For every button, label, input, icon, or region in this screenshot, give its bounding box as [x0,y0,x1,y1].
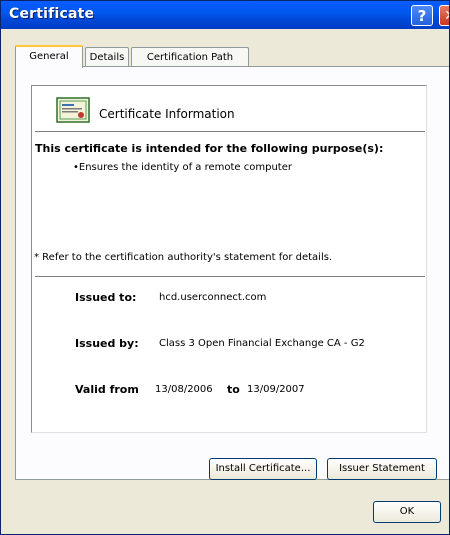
divider [35,276,425,277]
issued-by-label: Issued by: [75,337,139,350]
valid-to-date: 13/09/2007 [247,384,305,395]
valid-from-label: Valid from [75,383,139,396]
tab-certification-path[interactable]: Certification Path [131,47,249,67]
valid-to-label: to [227,383,240,396]
install-certificate-button[interactable]: Install Certificate... [209,458,317,480]
issuer-statement-button[interactable]: Issuer Statement [327,458,437,480]
purpose-heading: This certificate is intended for the fol… [35,142,384,155]
divider [35,131,425,132]
certificate-icon [56,97,90,123]
issued-to-label: Issued to: [75,291,137,304]
refer-note: * Refer to the certification authority's… [34,252,333,263]
issued-by-value: Class 3 Open Financial Exchange CA - G2 [159,338,365,349]
valid-from-date: 13/08/2006 [155,384,213,395]
title-bar[interactable]: Certificate ? ✕ [1,1,449,29]
tab-details[interactable]: Details [85,47,129,67]
issued-to-value: hcd.userconnect.com [159,292,267,303]
window-title: Certificate [9,6,95,22]
tab-general[interactable]: General [15,45,83,68]
ok-button[interactable]: OK [373,501,441,523]
certificate-information-heading: Certificate Information [99,107,235,121]
close-button[interactable]: ✕ [439,5,449,26]
purpose-item: •Ensures the identity of a remote comput… [73,162,292,173]
certificate-dialog: Certificate ? ✕ General Details Certific… [0,0,450,535]
help-button[interactable]: ? [411,5,433,26]
